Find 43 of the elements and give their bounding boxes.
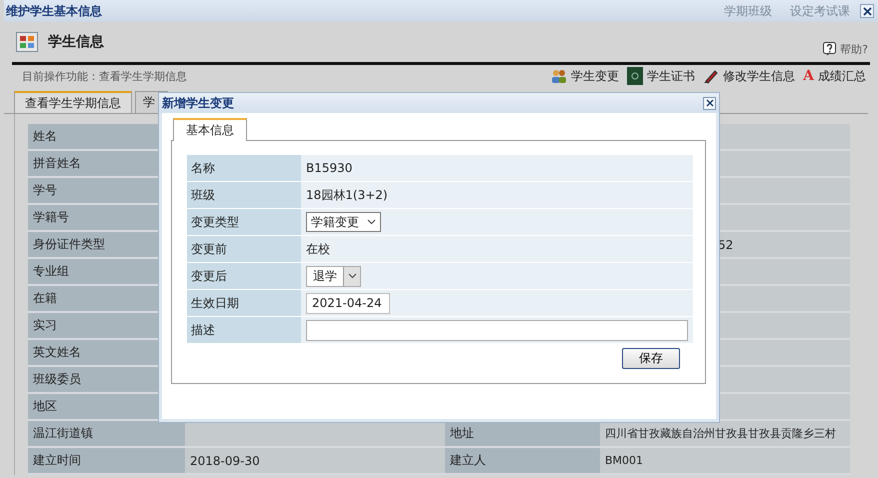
page-title: 学生信息 — [48, 33, 104, 51]
tab[interactable]: 基本信息 — [173, 118, 247, 141]
close-button[interactable] — [860, 4, 874, 18]
close-icon — [706, 99, 714, 107]
chevron-down-icon — [367, 219, 376, 225]
toolbar-action[interactable]: 学生证书 — [627, 67, 696, 85]
chevron-down-icon — [348, 273, 356, 279]
field-label: 描述 — [187, 317, 301, 344]
close-button[interactable] — [703, 96, 716, 110]
field-label: 班级 — [187, 182, 301, 209]
help-link[interactable]: 帮助? — [840, 42, 868, 56]
field-value: 在校 — [306, 240, 330, 258]
font-icon: A — [803, 68, 814, 84]
toolbar-action[interactable]: 修改学生信息 — [703, 67, 796, 85]
toolbar-action[interactable]: A 成绩汇总 — [803, 67, 866, 85]
field-label: 变更后 — [187, 263, 301, 290]
help-icon[interactable] — [823, 42, 836, 56]
field-label: 生效日期 — [187, 290, 301, 317]
pen-icon — [703, 68, 720, 84]
grid-icon — [16, 32, 38, 52]
dropdown[interactable]: 退学 — [306, 266, 361, 286]
toolbar-action[interactable]: 学生变更 — [551, 67, 620, 85]
people-icon — [551, 68, 568, 84]
field-label: 温江街道镇 — [28, 421, 185, 448]
field-label: 名称 — [187, 155, 301, 182]
current-operation: 目前操作功能：查看学生学期信息 — [22, 68, 187, 84]
table-cell: 四川省甘孜藏族自治州甘孜县甘孜县贡隆乡三村 — [600, 421, 850, 448]
save-button[interactable]: 保存 — [622, 348, 680, 369]
window-title: 维护学生基本信息 — [6, 2, 102, 20]
date-field[interactable]: 2021-04-24 — [306, 292, 390, 314]
table-cell: BM001 — [600, 448, 850, 475]
field-label: 地址 — [445, 421, 600, 448]
certificate-icon — [627, 67, 644, 85]
field-label: 建立人 — [445, 448, 600, 475]
tab[interactable]: 查看学生学期信息 — [14, 91, 132, 113]
field-value: 18园林1(3+2) — [306, 186, 388, 204]
field-label: 变更前 — [187, 236, 301, 263]
table-cell: 2018-09-30 — [185, 448, 445, 475]
dropdown[interactable]: 学籍变更 — [306, 212, 381, 232]
field-value: B15930 — [306, 161, 352, 175]
field-label: 建立时间 — [28, 448, 185, 475]
field-label: 变更类型 — [187, 209, 301, 236]
close-icon — [862, 6, 872, 16]
